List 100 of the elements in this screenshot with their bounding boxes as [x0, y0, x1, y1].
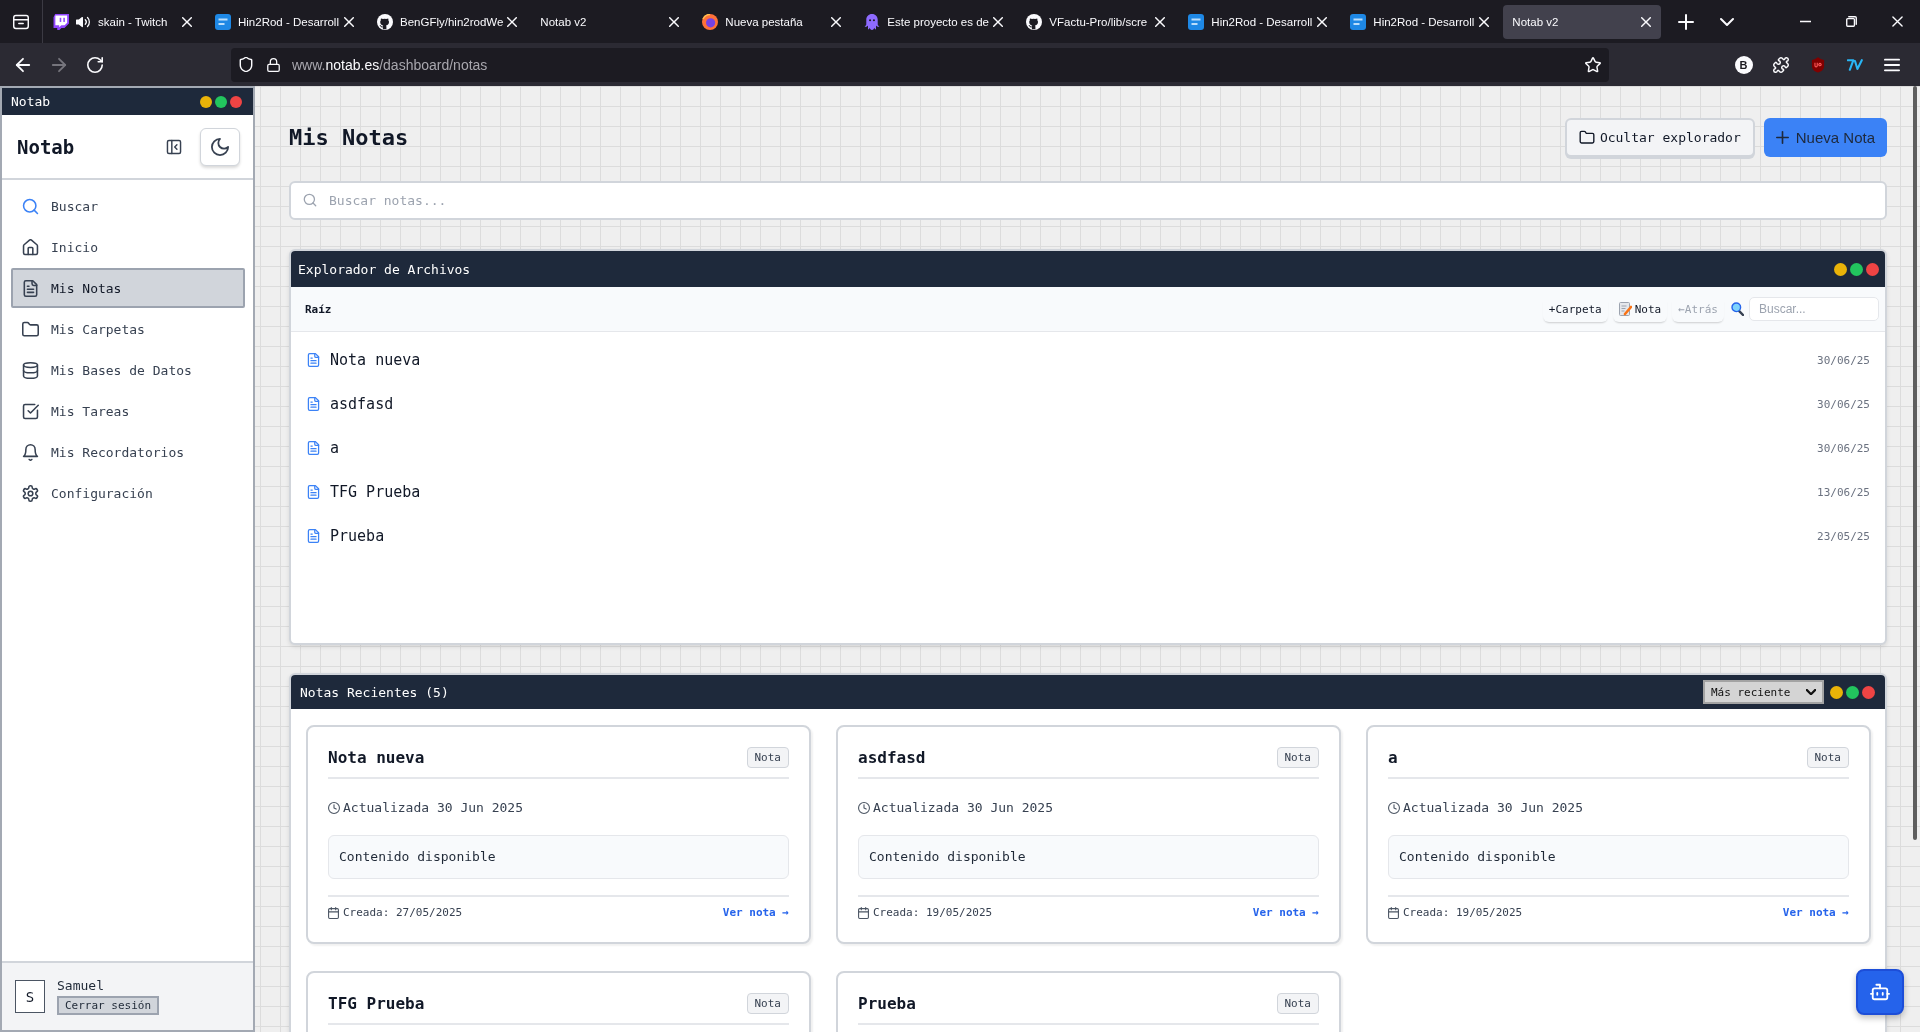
page-title: Mis Notas [289, 125, 409, 150]
reload-icon[interactable] [87, 56, 103, 73]
note-card[interactable]: Nota nueva Nota Actualizada 30 Jun 2025 Contenido disponible Creada: 27/05/2025 Ver nota → [306, 725, 811, 944]
window-dot-icon[interactable] [1834, 262, 1847, 276]
window-dot-icon[interactable] [230, 95, 242, 108]
close-icon[interactable] [1641, 16, 1652, 27]
close-icon[interactable] [507, 16, 518, 27]
extension-button[interactable]: B [1734, 55, 1753, 74]
app-tile-icon [1350, 13, 1367, 30]
close-icon[interactable] [344, 16, 354, 27]
window-dot-icon[interactable] [1830, 685, 1843, 699]
browser-tab[interactable]: Hin2Rod - Desarroll [1179, 4, 1338, 39]
view-note-link[interactable]: Ver nota → [1782, 905, 1849, 921]
note-card[interactable]: asdfasd Nota Actualizada 30 Jun 2025 Contenido disponible Creada: 19/05/2025 Ver nota → [836, 725, 1341, 944]
star-icon[interactable] [1585, 56, 1601, 73]
address-bar[interactable]: www.notab.es/dashboard/notas [231, 47, 1609, 82]
assistant-button[interactable] [1856, 969, 1904, 1015]
lock-icon[interactable] [267, 57, 280, 72]
file-name[interactable]: a [330, 439, 340, 457]
panel-title: Explorador de Archivos [298, 261, 471, 277]
note-card[interactable]: Prueba Nota [836, 971, 1341, 1032]
speaker-icon [76, 14, 90, 29]
search-field[interactable]: Buscar notas... [289, 181, 1887, 220]
document-icon [307, 397, 320, 411]
orb-icon [702, 13, 719, 30]
plus-icon[interactable] [1678, 13, 1695, 30]
updated-date: Actualizada 30 Jun 2025 [343, 799, 523, 817]
restore-icon[interactable] [1845, 16, 1857, 27]
puzzle-icon[interactable] [1772, 56, 1789, 73]
note-title: TFG Prueba [328, 994, 425, 1013]
file-date: 13/06/25 [1817, 485, 1870, 499]
octopus-icon [864, 13, 881, 30]
window-dot-icon[interactable] [1862, 685, 1875, 699]
window-dot-icon[interactable] [1866, 262, 1879, 276]
browser-tab[interactable]: VFactu-Pro/lib/scre [1017, 4, 1176, 39]
scrollbar-thumb[interactable] [1913, 86, 1917, 840]
file-name[interactable]: TFG Prueba [330, 483, 421, 501]
close-icon[interactable] [1155, 16, 1166, 27]
close-icon[interactable] [669, 16, 680, 27]
url-text[interactable]: www.notab.es/dashboard/notas [292, 56, 488, 73]
window-dot-icon[interactable] [200, 95, 212, 108]
nav-item[interactable]: Inicio [11, 227, 245, 267]
tray-icon[interactable] [13, 13, 29, 30]
nav-item[interactable]: Mis Notas [11, 268, 245, 308]
file-name[interactable]: Prueba [330, 527, 385, 545]
nav-item[interactable]: Mis Recordatorios [11, 432, 245, 472]
user-name: Samuel [57, 978, 104, 993]
view-note-link[interactable]: Ver nota → [722, 905, 789, 921]
close-icon[interactable] [831, 16, 842, 27]
close-icon[interactable] [1479, 16, 1490, 27]
toolbar-button[interactable]: +Carpeta [1542, 296, 1608, 322]
panel-collapse-icon[interactable] [166, 138, 182, 155]
file-name[interactable]: Nota nueva [330, 351, 421, 369]
browser-tab[interactable]: Nueva pestaña [693, 4, 852, 39]
browser-tab[interactable]: skain - Twitch [44, 4, 202, 39]
browser-tab[interactable]: Notab v2 [531, 4, 690, 39]
sort-dropdown[interactable]: Más reciente [1703, 680, 1824, 704]
explorer-search-field[interactable]: Buscar... [1749, 297, 1879, 321]
window-dot-icon[interactable] [1850, 262, 1863, 276]
created-date: Creada: 27/05/2025 [343, 905, 463, 921]
clock-icon [1388, 802, 1400, 814]
menu-icon[interactable] [1883, 56, 1900, 73]
file-date: 30/06/25 [1817, 441, 1870, 455]
file-name[interactable]: asdfasd [330, 395, 394, 413]
view-note-link[interactable]: Ver nota → [1252, 905, 1319, 921]
browser-tab[interactable]: BenGFly/hin2rodWe [368, 4, 528, 39]
type-badge: Nota [746, 993, 789, 1014]
close-icon[interactable] [1317, 16, 1328, 27]
zigzag-icon[interactable] [1846, 56, 1863, 73]
browser-tab[interactable]: Hin2Rod - Desarroll [1341, 4, 1500, 39]
close-icon[interactable] [182, 16, 192, 27]
shield-icon[interactable] [239, 57, 253, 72]
browser-tab[interactable]: Hin2Rod - Desarroll [206, 4, 364, 39]
nav-item[interactable]: Configuración [11, 473, 245, 513]
toolbar-button[interactable]: Nota [1612, 296, 1668, 322]
document-icon [307, 353, 320, 367]
nav-item[interactable]: Mis Carpetas [11, 309, 245, 349]
note-card[interactable]: TFG Prueba Nota [306, 971, 811, 1032]
updated-date: Actualizada 30 Jun 2025 [873, 799, 1053, 817]
document-icon [307, 441, 320, 455]
browser-tab[interactable]: Este proyecto es de [855, 4, 1014, 39]
calendar-icon [328, 907, 339, 919]
breadcrumb[interactable]: Raíz [305, 302, 332, 316]
new-note-button[interactable]: Nueva Nota [1763, 118, 1887, 157]
search-icon [303, 193, 317, 207]
calendar-icon [1388, 907, 1399, 919]
close-icon[interactable] [993, 16, 1004, 27]
nav-item[interactable]: Mis Tareas [11, 391, 245, 431]
content-preview: Contenido disponible [1388, 835, 1849, 879]
theme-toggle-button[interactable] [200, 127, 240, 166]
nav-item[interactable]: Mis Bases de Datos [11, 350, 245, 390]
close-icon[interactable] [1891, 16, 1903, 27]
browser-tab[interactable]: Notab v2 [1503, 4, 1662, 39]
logout-button[interactable]: Cerrar sesión [57, 996, 160, 1015]
note-card[interactable]: a Nota Actualizada 30 Jun 2025 Contenido disponible Creada: 19/05/2025 Ver nota → [1366, 725, 1871, 944]
folder-icon [22, 320, 39, 338]
nav-item[interactable]: Buscar [11, 186, 245, 226]
window-dot-icon[interactable] [1846, 685, 1859, 699]
window-dot-icon[interactable] [215, 95, 227, 108]
toggle-explorer-button[interactable]: Ocultar explorador [1564, 118, 1755, 157]
